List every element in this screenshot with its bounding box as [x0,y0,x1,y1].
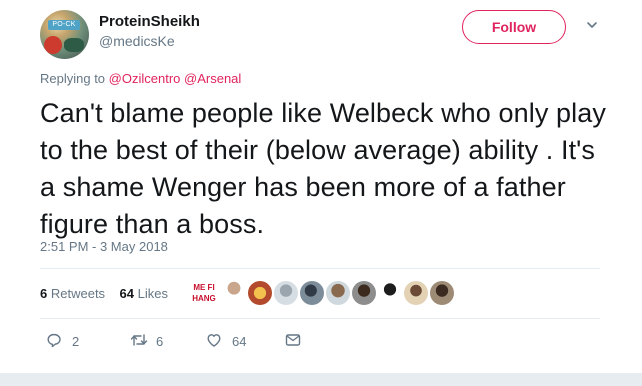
liker-banner-text: ME FI [193,283,215,292]
direct-message-icon [285,334,301,346]
avatar-shape [44,36,62,54]
liker-avatar[interactable] [404,281,428,305]
user-display-name[interactable]: ProteinSheikh [99,13,200,30]
liker-avatar[interactable] [248,281,272,305]
retweet-count[interactable]: 6 [40,286,47,301]
reply-count: 2 [72,334,80,349]
like-button[interactable]: 64 [206,332,256,350]
retweets-label[interactable]: Retweets [51,286,105,301]
reply-icon [47,333,61,348]
liker-avatar[interactable] [352,281,376,305]
liker-avatar[interactable] [274,281,298,305]
avatar-brand-text: PO-CK [48,20,80,30]
likes-label[interactable]: Likes [138,286,168,301]
tweet-text: Can't blame people like Welbeck who only… [40,98,606,239]
liker-banner-text: HANG [192,294,216,303]
replying-to-label: Replying to [40,71,106,86]
heart-icon [207,334,221,347]
bottom-bar [0,373,642,386]
liker-avatar[interactable] [326,281,350,305]
mention-link[interactable]: @Arsenal [184,71,241,86]
liker-avatar[interactable]: ME FI HANG [190,281,218,305]
chevron-down-icon[interactable] [585,18,599,32]
liker-avatar[interactable] [430,281,454,305]
reply-button[interactable]: 2 [46,332,86,350]
user-avatar[interactable]: PO-CK [40,10,89,59]
retweet-icon [130,334,148,346]
mention-link[interactable]: @Ozilcentro [109,71,181,86]
like-count[interactable]: 64 [120,286,134,301]
liker-avatar[interactable] [222,281,246,305]
divider [40,268,600,269]
retweet-action-count: 6 [156,334,164,349]
avatar-shape [64,38,84,52]
retweet-button[interactable]: 6 [130,332,170,350]
tweet-stats: 6 Retweets 64 Likes [40,286,168,301]
replying-to: Replying to @Ozilcentro @Arsenal [40,71,241,86]
tweet-timestamp[interactable]: 2:51 PM - 3 May 2018 [40,239,168,254]
liker-avatar[interactable] [300,281,324,305]
user-handle[interactable]: @medicsKe [99,33,175,49]
divider [40,318,600,319]
like-action-count: 64 [232,334,247,349]
follow-button[interactable]: Follow [462,10,566,44]
liker-avatar[interactable] [378,281,402,305]
direct-message-button[interactable] [285,332,305,350]
